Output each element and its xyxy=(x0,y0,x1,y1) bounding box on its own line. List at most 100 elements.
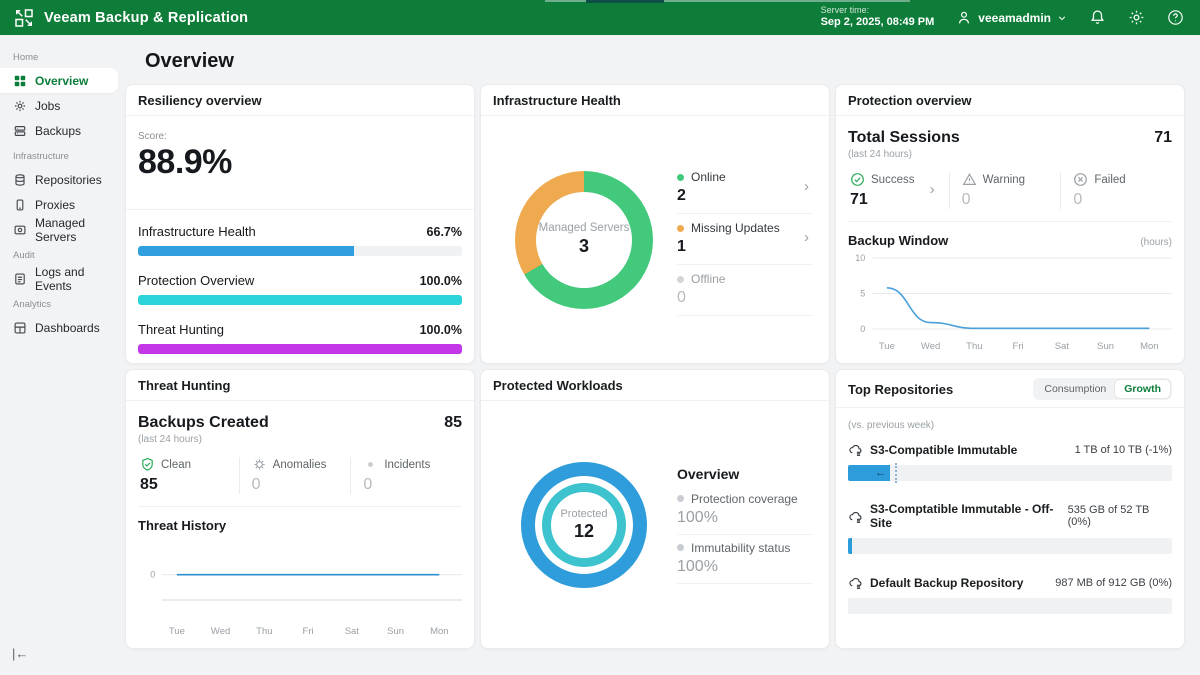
metric-value: 100% xyxy=(677,558,813,576)
virus-scan-icon xyxy=(252,457,267,472)
backups-created-subtitle: (last 24 hours) xyxy=(138,434,462,445)
repo-usage: 1 TB of 10 TB (-1%) xyxy=(1075,444,1172,456)
stat-anomalies: Anomalies 0 xyxy=(239,457,351,494)
toggle-growth[interactable]: Growth xyxy=(1115,380,1170,398)
stat-label: Incidents xyxy=(384,459,430,471)
repo-usage-bar: ← xyxy=(848,465,1172,481)
sidebar-collapse-button[interactable]: |← xyxy=(12,646,28,661)
legend-value: 0 xyxy=(677,289,813,307)
metric-dot xyxy=(677,495,684,502)
recording-progress-segment xyxy=(586,0,664,3)
chevron-right-icon: › xyxy=(804,178,809,195)
total-sessions-value: 71 xyxy=(1154,129,1172,147)
repo-usage: 535 GB of 52 TB (0%) xyxy=(1068,504,1172,528)
sidebar-item-overview[interactable]: Overview xyxy=(0,68,118,93)
score-value: 88.9% xyxy=(138,143,462,182)
repo-usage-bar xyxy=(848,598,1172,614)
infra-health-legend: Online 2 › Missing Updates 1 › Offline xyxy=(677,163,813,316)
stat-value: 0 xyxy=(363,476,462,494)
stat-success[interactable]: Success 71 › xyxy=(848,172,949,209)
legend-row-online[interactable]: Online 2 › xyxy=(677,163,813,214)
repo-usage-fill: ← xyxy=(848,465,890,481)
svg-text:5: 5 xyxy=(860,289,865,299)
settings-gear-icon[interactable] xyxy=(1128,9,1145,26)
grid-icon xyxy=(13,74,27,88)
user-menu[interactable]: veeamadmin xyxy=(956,10,1067,26)
incident-dot-icon xyxy=(363,457,378,472)
resiliency-row-threat-hunting: Threat Hunting 100.0% xyxy=(138,322,462,354)
backup-drives-icon xyxy=(13,124,27,138)
card-title: Top Repositories xyxy=(848,382,953,397)
sidebar-item-managed-servers[interactable]: Managed Servers xyxy=(0,217,118,242)
row-value: 100.0% xyxy=(420,323,462,337)
card-title: Threat Hunting xyxy=(138,378,230,393)
sidebar-section-home: Home xyxy=(0,44,118,68)
stat-value: 0 xyxy=(1073,191,1172,209)
sidebar-section-infrastructure: Infrastructure xyxy=(0,143,118,167)
toggle-consumption[interactable]: Consumption xyxy=(1035,380,1115,398)
legend-row-missing-updates[interactable]: Missing Updates 1 › xyxy=(677,214,813,265)
card-protected-workloads: Protected Workloads Protected 12 xyxy=(480,369,830,649)
backups-created-label: Backups Created xyxy=(138,414,269,432)
score-label: Score: xyxy=(138,131,462,142)
sidebar-item-backups[interactable]: Backups xyxy=(0,118,118,143)
metric-label: Protection coverage xyxy=(691,492,798,506)
svg-text:Fri: Fri xyxy=(303,626,314,637)
threat-history-chart: 0TueWedThuFriSatSunMon xyxy=(138,535,462,638)
legend-label: Online xyxy=(691,170,726,184)
sidebar-item-jobs[interactable]: Jobs xyxy=(0,93,118,118)
metric-protection-coverage: Protection coverage 100% xyxy=(677,486,813,535)
check-circle-icon xyxy=(850,172,865,187)
card-threat-hunting: Threat Hunting Backups Created 85 (last … xyxy=(125,369,475,649)
main-content: Overview Resiliency overview Score: 88.9… xyxy=(118,35,1200,675)
database-icon xyxy=(13,173,27,187)
row-value: 100.0% xyxy=(420,274,462,288)
metric-value: 100% xyxy=(677,509,813,527)
row-label: Infrastructure Health xyxy=(138,224,256,239)
legend-value: 2 xyxy=(677,187,813,205)
outer-ring: Protected 12 xyxy=(521,462,647,588)
legend-value: 1 xyxy=(677,238,813,256)
stat-label: Warning xyxy=(983,174,1025,186)
sidebar-section-audit: Audit xyxy=(0,242,118,266)
sidebar-item-repositories[interactable]: Repositories xyxy=(0,167,118,192)
sidebar-item-logs-and-events[interactable]: Logs and Events xyxy=(0,266,118,291)
threat-history-title: Threat History xyxy=(138,518,226,533)
server-time-value: Sep 2, 2025, 08:49 PM xyxy=(821,16,935,30)
cloud-repository-icon xyxy=(848,575,863,590)
stat-clean[interactable]: Clean 85 xyxy=(138,457,239,494)
progress-fill xyxy=(138,246,354,256)
stat-label: Success xyxy=(871,174,914,186)
ring-center-label: Protected xyxy=(560,508,607,520)
missing-updates-dot xyxy=(677,225,684,232)
progress-bar xyxy=(138,295,462,305)
help-icon[interactable] xyxy=(1167,9,1184,26)
card-title: Protection overview xyxy=(848,93,972,108)
jobs-gear-icon xyxy=(13,99,27,113)
warning-triangle-icon xyxy=(962,172,977,187)
notifications-bell-icon[interactable] xyxy=(1089,9,1106,26)
progress-bar xyxy=(138,344,462,354)
card-resiliency-overview: Resiliency overview Score: 88.9% Infrast… xyxy=(125,84,475,364)
sidebar-item-label: Dashboards xyxy=(35,321,100,335)
consumption-growth-toggle: Consumption Growth xyxy=(1033,378,1172,400)
proxy-icon xyxy=(13,198,27,212)
repo-name: Default Backup Repository xyxy=(870,576,1023,590)
card-title: Protected Workloads xyxy=(493,378,623,393)
workloads-overview-legend: Overview Protection coverage 100% Immuta… xyxy=(677,466,813,584)
sidebar-item-proxies[interactable]: Proxies xyxy=(0,192,118,217)
server-time-label: Server time: xyxy=(821,5,935,16)
svg-text:Thu: Thu xyxy=(966,341,982,352)
previous-week-marker xyxy=(895,463,897,483)
svg-text:Thu: Thu xyxy=(256,626,272,637)
app-title: Veeam Backup & Replication xyxy=(44,10,248,26)
user-name: veeamadmin xyxy=(978,11,1051,25)
protected-workloads-ring-chart: Protected 12 xyxy=(515,456,653,594)
metric-immutability-status: Immutability status 100% xyxy=(677,535,813,584)
svg-text:Tue: Tue xyxy=(169,626,185,637)
sidebar-item-dashboards[interactable]: Dashboards xyxy=(0,315,118,340)
inner-ring: Protected 12 xyxy=(542,483,626,567)
shield-check-icon xyxy=(140,457,155,472)
svg-text:0: 0 xyxy=(150,570,155,580)
page-title: Overview xyxy=(145,50,1185,73)
